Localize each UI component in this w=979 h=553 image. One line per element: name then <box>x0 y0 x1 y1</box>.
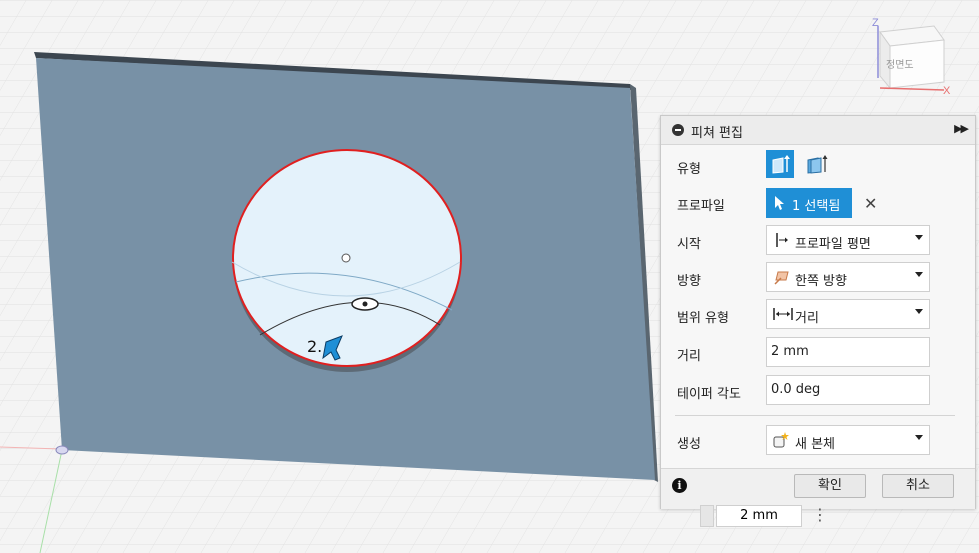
feature-edit-panel: 피쳐 편집 ▶▶ 유형 프로파일 1 선택됨 ✕ 시작 프로파일 평면 방향 한… <box>660 115 976 509</box>
type-label: 유형 <box>677 162 701 177</box>
collapse-icon[interactable] <box>672 124 684 136</box>
chevron-down-icon <box>915 235 923 240</box>
type-thin-button[interactable] <box>803 150 831 178</box>
chevron-down-icon <box>915 272 923 277</box>
profile-select-button[interactable]: 1 선택됨 <box>766 188 852 218</box>
panel-title: 피쳐 편집 <box>691 126 743 141</box>
direction-value: 한쪽 방향 <box>795 274 847 289</box>
type-one-side-button[interactable] <box>766 150 794 178</box>
more-options-icon[interactable]: ⋮ <box>812 505 828 525</box>
panel-header: 피쳐 편집 ▶▶ <box>661 116 975 145</box>
floating-distance-input[interactable]: 2 mm <box>716 505 802 527</box>
viewcube-axis-x: X <box>943 85 951 97</box>
profile-plane-icon <box>776 233 788 247</box>
ok-button[interactable]: 확인 <box>794 474 866 498</box>
start-value: 프로파일 평면 <box>795 237 871 252</box>
info-icon[interactable]: i <box>672 478 687 493</box>
start-label: 시작 <box>677 237 701 252</box>
drag-handle[interactable] <box>700 505 714 527</box>
thin-extrude-icon <box>807 155 828 174</box>
profile-select-label: 1 선택됨 <box>792 199 841 214</box>
distance-icon <box>773 308 793 320</box>
taper-angle-input[interactable]: 0.0 deg <box>766 375 930 405</box>
operation-dropdown[interactable]: 새 본체 <box>766 425 930 455</box>
distance-label: 거리 <box>677 349 701 364</box>
start-dropdown[interactable]: 프로파일 평면 <box>766 225 930 255</box>
taper-label: 테이퍼 각도 <box>677 387 741 402</box>
profile-label: 프로파일 <box>677 199 725 214</box>
extent-value: 거리 <box>795 311 819 326</box>
direction-label: 방향 <box>677 274 701 289</box>
chevron-down-icon <box>915 435 923 440</box>
extent-dropdown[interactable]: 거리 <box>766 299 930 329</box>
drag-value-label: 2. <box>307 337 323 356</box>
chevron-down-icon <box>915 309 923 314</box>
cursor-icon <box>775 196 784 210</box>
divider <box>675 415 955 416</box>
center-point[interactable] <box>341 253 351 263</box>
new-body-icon <box>773 432 789 448</box>
distance-input[interactable]: 2 mm <box>766 337 930 367</box>
direction-dropdown[interactable]: 한쪽 방향 <box>766 262 930 292</box>
cancel-button[interactable]: 취소 <box>882 474 954 498</box>
extrude-icon <box>772 155 790 174</box>
operation-label: 생성 <box>677 437 701 452</box>
operation-value: 새 본체 <box>795 437 836 452</box>
one-direction-icon <box>774 271 789 285</box>
viewcube-axis-z: Z <box>872 17 879 29</box>
expand-icon[interactable]: ▶▶ <box>954 122 969 135</box>
clear-selection-icon[interactable]: ✕ <box>864 194 877 213</box>
extent-label: 범위 유형 <box>677 311 729 326</box>
origin-icon <box>55 445 69 455</box>
viewcube-face-label: 정면도 <box>886 60 914 71</box>
panel-footer: i 확인 취소 <box>661 468 975 509</box>
distance-manipulator[interactable] <box>351 297 379 311</box>
